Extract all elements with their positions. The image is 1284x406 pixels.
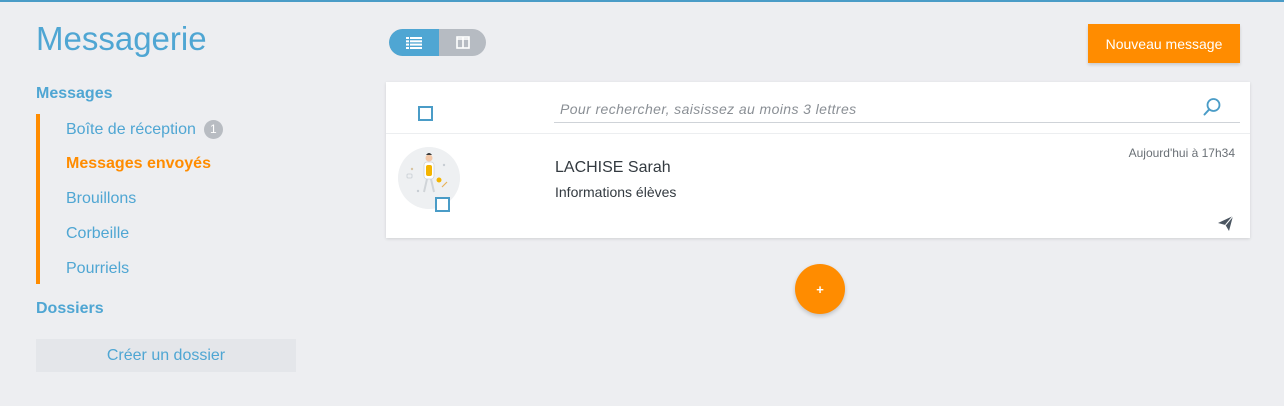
message-checkbox[interactable] (435, 197, 450, 212)
list-view-button[interactable] (389, 29, 439, 56)
message-row[interactable]: LACHISE Sarah Informations élèves Aujour… (386, 135, 1250, 238)
sidebar-item-label: Pourriels (66, 260, 130, 277)
sidebar-item-label: Messages envoyés (66, 155, 211, 172)
sidebar-item-label: Corbeille (66, 225, 130, 242)
folders-heading: Dossiers (36, 300, 104, 317)
messages-nav: Boîte de réception 1 Messages envoyés Bro… (36, 114, 296, 284)
search-icon[interactable] (1202, 97, 1222, 117)
sidebar-item-label: Brouillons (66, 190, 137, 207)
sidebar: Messagerie Messages Boîte de réception 1 … (0, 0, 340, 406)
message-list-card: LACHISE Sarah Informations élèves Aujour… (386, 82, 1250, 238)
sidebar-item-drafts[interactable]: Brouillons (66, 190, 136, 208)
message-sender: LACHISE Sarah (555, 159, 671, 176)
sidebar-item-spam[interactable]: Pourriels (66, 260, 129, 278)
new-message-button[interactable]: Nouveau message (1088, 24, 1240, 63)
messages-heading: Messages (36, 85, 113, 102)
view-mode-toggle (389, 29, 486, 56)
sidebar-item-label: Boîte de réception (66, 121, 196, 138)
paper-plane-icon (1218, 215, 1234, 231)
unread-count-badge: 1 (203, 120, 223, 139)
select-all-checkbox[interactable] (418, 106, 433, 121)
search-input[interactable] (554, 96, 1240, 123)
create-folder-button[interactable]: Créer un dossier (36, 339, 296, 372)
sidebar-item-inbox[interactable]: Boîte de réception 1 (66, 120, 223, 139)
avatar (398, 147, 460, 209)
message-subject: Informations élèves (555, 184, 677, 200)
load-more-button[interactable]: + (795, 264, 845, 314)
list-icon (406, 36, 422, 49)
split-view-button[interactable] (438, 29, 486, 56)
sidebar-item-sent[interactable]: Messages envoyés (66, 155, 211, 173)
columns-icon (456, 36, 470, 49)
sidebar-item-trash[interactable]: Corbeille (66, 225, 129, 243)
message-date: Aujourd'hui à 17h34 (1128, 146, 1235, 160)
search-bar (386, 82, 1250, 134)
page-title: Messagerie (36, 20, 207, 57)
